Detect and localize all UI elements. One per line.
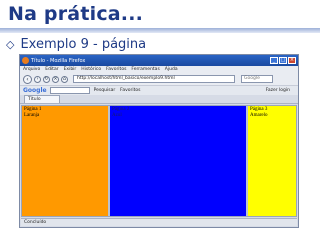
google-search-input[interactable]	[49, 87, 90, 94]
minimize-icon[interactable]: _	[270, 57, 278, 64]
menu-item-ajuda[interactable]: Ajuda	[165, 67, 178, 72]
frame-pagina-1: Página 1 Laranja	[22, 106, 110, 216]
google-toolbar: Google Pesquisar Favoritos Fazer login	[20, 85, 298, 95]
favorites-button[interactable]: Favoritos	[120, 88, 140, 93]
title-divider	[0, 28, 320, 33]
reload-icon[interactable]: ↻	[43, 75, 50, 83]
bullet-item: ◇ Exemplo 9 - página	[6, 37, 146, 52]
forward-icon[interactable]: ›	[34, 75, 41, 83]
menu-bar: Arquivo Editar Exibir Histórico Favorito…	[20, 66, 298, 73]
back-icon[interactable]: ‹	[23, 74, 32, 84]
google-logo: Google	[23, 87, 47, 94]
maximize-icon[interactable]: □	[279, 57, 287, 64]
tab-titulo[interactable]: Título	[24, 95, 60, 103]
frame-pagina-3: Página 3 Amarelo	[248, 106, 296, 216]
window-title: Título - Mozilla Firefox	[31, 57, 86, 64]
home-icon[interactable]: ⌂	[61, 75, 68, 83]
frame-3-subtitle: Amarelo	[250, 113, 268, 118]
browser-window: Título - Mozilla Firefox _ □ × Arquivo E…	[19, 54, 299, 228]
slide-title: Na prática...	[8, 3, 144, 25]
page-content: Página 1 Laranja Página 2 Azul Página 3 …	[21, 105, 297, 217]
stop-icon[interactable]: ×	[52, 75, 59, 83]
menu-item-ferramentas[interactable]: Ferramentas	[131, 67, 159, 72]
menu-item-historico[interactable]: Histórico	[81, 67, 101, 72]
diamond-bullet-icon: ◇	[6, 38, 15, 51]
menu-item-exibir[interactable]: Exibir	[64, 67, 77, 72]
status-bar: Concluído	[21, 218, 297, 226]
address-bar[interactable]: http://localhost/html_basico/exemplo9.ht…	[73, 75, 235, 83]
menu-item-arquivo[interactable]: Arquivo	[23, 67, 40, 72]
navigation-bar: ‹ › ↻ × ⌂ http://localhost/html_basico/e…	[20, 73, 298, 85]
login-button[interactable]: Fazer login	[266, 88, 290, 93]
frame-2-subtitle: Azul	[112, 113, 122, 118]
tab-strip: Título	[20, 95, 298, 104]
search-input[interactable]: Google	[241, 75, 273, 83]
google-search-button[interactable]: Pesquisar	[94, 88, 116, 93]
menu-item-editar[interactable]: Editar	[45, 67, 58, 72]
frame-1-subtitle: Laranja	[24, 113, 40, 118]
menu-item-favoritos[interactable]: Favoritos	[106, 67, 126, 72]
frame-pagina-2: Página 2 Azul	[110, 106, 248, 216]
browser-titlebar: Título - Mozilla Firefox _ □ ×	[20, 55, 298, 66]
firefox-icon	[22, 57, 29, 64]
close-icon[interactable]: ×	[288, 57, 296, 64]
bullet-text: Exemplo 9 - página	[20, 37, 147, 52]
